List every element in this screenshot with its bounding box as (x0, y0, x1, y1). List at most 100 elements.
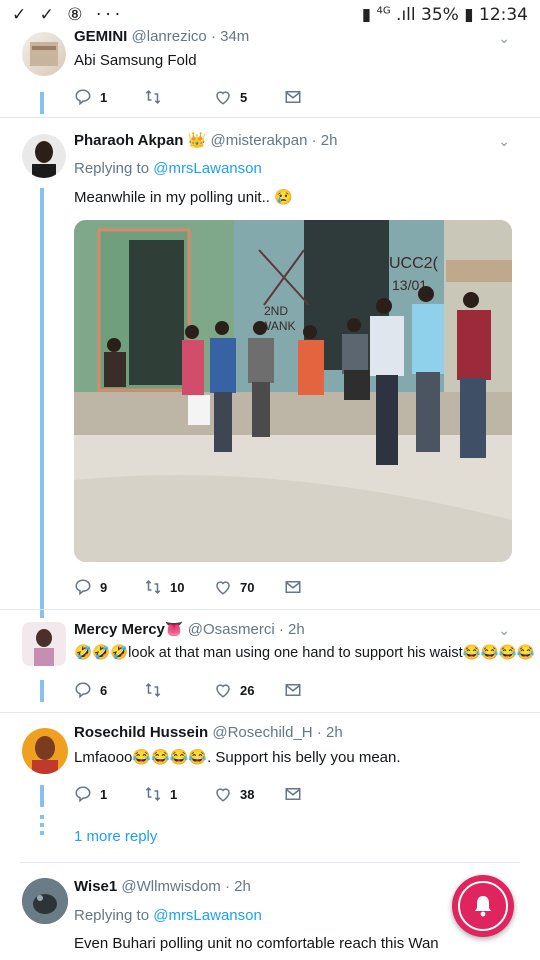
chevron-down-icon[interactable]: ⌄ (498, 30, 510, 47)
divider (20, 862, 520, 863)
heart-icon (216, 581, 230, 595)
retweet-icon (145, 89, 161, 105)
avatar[interactable] (22, 134, 66, 178)
reply-count: 1 (100, 786, 108, 802)
divider (0, 609, 540, 610)
tweet-text: 🤣🤣🤣look at that man using one hand to su… (74, 645, 535, 661)
handle[interactable]: @Rosechild_H (212, 724, 312, 741)
divider (0, 117, 540, 118)
thread-connector (40, 188, 44, 618)
like-button[interactable]: 38 (214, 785, 254, 803)
heart-icon (216, 788, 230, 802)
like-count: 70 (240, 579, 255, 595)
like-count: 38 (240, 786, 255, 802)
timestamp: · 2h (224, 878, 251, 895)
avatar[interactable] (22, 728, 68, 774)
replying-prefix: Replying to (74, 160, 150, 177)
dm-share-button[interactable] (284, 578, 302, 596)
timestamp: · 2h (278, 621, 305, 638)
handle[interactable]: @lanrezico (132, 28, 207, 45)
like-button[interactable]: 5 (214, 88, 247, 106)
like-button[interactable]: 70 (214, 578, 254, 596)
bell-ring (458, 881, 508, 931)
reply-icon (75, 682, 91, 699)
display-name[interactable]: Wise1 (74, 878, 117, 895)
thread-dots (40, 815, 44, 835)
retweet-button[interactable]: 10 (144, 578, 184, 596)
reply-button[interactable]: 1 (74, 88, 107, 106)
wall-text: 2ND (264, 304, 288, 318)
tweet-text: Meanwhile in my polling unit.. 😢 (74, 189, 293, 206)
battery-icon: ▮ (464, 5, 474, 25)
more-replies-link[interactable]: 1 more reply (74, 828, 157, 845)
heart-icon (216, 684, 230, 698)
handle[interactable]: @Wllmwisdom (121, 878, 220, 895)
reply-count: 9 (100, 579, 108, 595)
tweet-header: Pharaoh Akpan 👑 @misterakpan · 2h (74, 131, 337, 149)
status-bar: ✓ ✓ ⑧ ··· ▮ 4G .ıll 35% ▮ 12:34 (0, 0, 540, 30)
dm-share-button[interactable] (284, 785, 302, 803)
reply-button[interactable]: 6 (74, 681, 107, 699)
dm-share-button[interactable] (284, 88, 302, 106)
retweet-button[interactable] (144, 681, 170, 699)
retweet-icon (145, 579, 161, 595)
tweet-header: GEMINI @lanrezico · 34m (74, 28, 249, 45)
signal-icon: ▮ (361, 5, 372, 25)
display-name[interactable]: Mercy Mercy (74, 621, 165, 638)
replying-to-handle[interactable]: @mrsLawanson (153, 907, 262, 924)
retweet-button[interactable] (144, 88, 170, 106)
reply-button[interactable]: 9 (74, 578, 107, 596)
retweet-count: 1 (170, 786, 178, 802)
handle[interactable]: @misterakpan (211, 132, 308, 149)
tweet-header: Mercy Mercy👅 @Osasmerci · 2h (74, 620, 305, 638)
clock: 12:34 (479, 5, 528, 25)
dm-share-button[interactable] (284, 681, 302, 699)
divider (0, 712, 540, 713)
handle[interactable]: @Osasmerci (188, 621, 275, 638)
reply-count: 1 (100, 89, 108, 105)
envelope-icon (285, 91, 301, 103)
envelope-icon (285, 788, 301, 800)
tweet-actions: 1 1 38 (74, 785, 334, 807)
tweet-actions: 6 26 (74, 681, 334, 703)
like-count: 5 (240, 89, 248, 105)
retweet-icon (145, 682, 161, 698)
chevron-down-icon[interactable]: ⌄ (498, 622, 510, 639)
battery-level: 35% (421, 5, 459, 25)
envelope-icon (285, 684, 301, 696)
tweet-header: Rosechild Hussein @Rosechild_H · 2h (74, 724, 343, 741)
tweet-text: Abi Samsung Fold (74, 52, 197, 69)
avatar[interactable] (22, 622, 66, 666)
reply-icon (75, 579, 91, 596)
retweet-icon (145, 786, 161, 802)
tweet-photo[interactable]: UCC2( 13/01 2ND WANK (74, 220, 512, 562)
wall-text: UCC2( (389, 255, 439, 272)
like-button[interactable]: 26 (214, 681, 254, 699)
timestamp: · 34m (210, 28, 250, 45)
signal-bars-icon: .ıll (396, 5, 416, 25)
avatar[interactable] (22, 32, 66, 76)
replying-to-handle[interactable]: @mrsLawanson (153, 160, 262, 177)
retweet-button[interactable]: 1 (144, 785, 177, 803)
network-label: 4G (376, 5, 391, 17)
tweet-text: Even Buhari polling unit no comfortable … (74, 935, 439, 952)
envelope-icon (285, 581, 301, 593)
avatar[interactable] (22, 878, 68, 924)
bell-icon (475, 896, 491, 917)
reply-button[interactable]: 1 (74, 785, 107, 803)
tweet-header: Wise1 @Wllmwisdom · 2h (74, 878, 251, 895)
notification-bell-button[interactable] (452, 875, 514, 937)
heart-icon (216, 91, 230, 105)
reply-icon (75, 89, 91, 106)
display-name[interactable]: GEMINI (74, 28, 127, 45)
reply-icon (75, 786, 91, 803)
name-badge: 👅 (164, 621, 184, 638)
replying-to: Replying to @mrsLawanson (74, 907, 262, 924)
display-name[interactable]: Pharaoh Akpan (74, 132, 183, 149)
chevron-down-icon[interactable]: ⌄ (498, 133, 510, 150)
retweet-count: 10 (170, 579, 185, 595)
timestamp: · 2h (311, 132, 338, 149)
thread-connector (40, 680, 44, 702)
display-name[interactable]: Rosechild Hussein (74, 724, 208, 741)
status-right: ▮ 4G .ıll 35% ▮ 12:34 (362, 5, 528, 25)
